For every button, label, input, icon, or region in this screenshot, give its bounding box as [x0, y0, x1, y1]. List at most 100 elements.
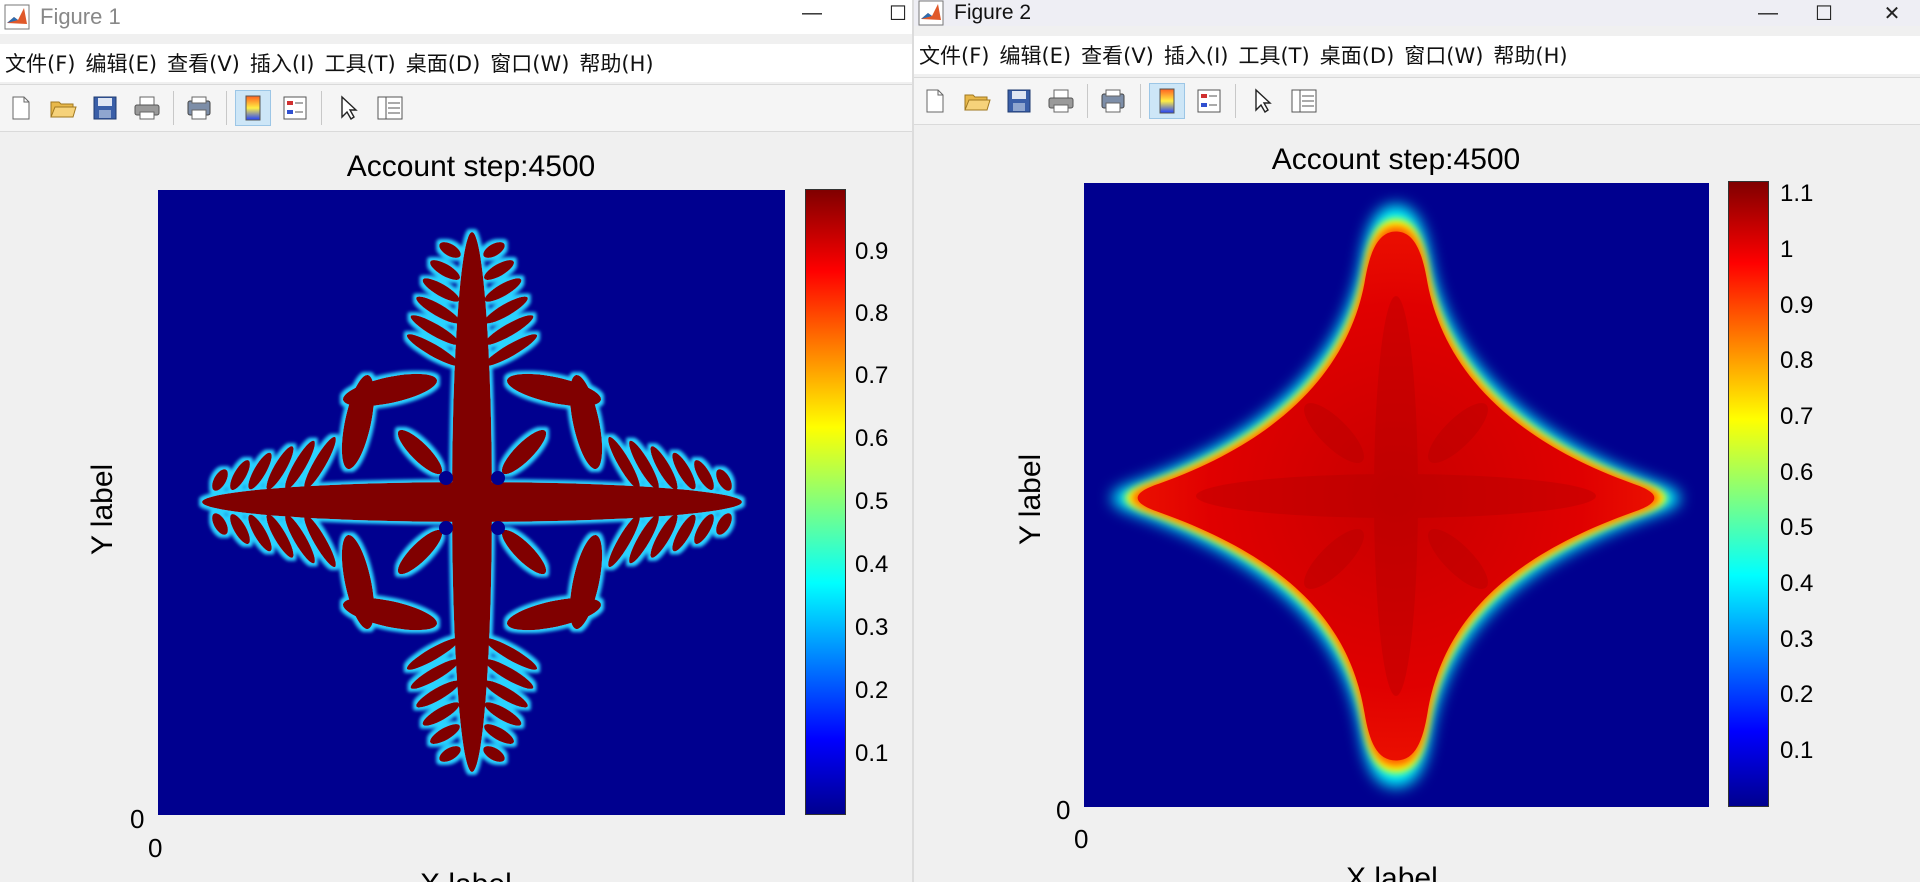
- colorbar-tick: 1: [1780, 236, 1794, 263]
- colorbar[interactable]: [805, 189, 846, 815]
- menu-help[interactable]: 帮助(H): [574, 48, 658, 78]
- print-preview-button[interactable]: [1096, 83, 1132, 119]
- heatmap-plot[interactable]: [158, 190, 785, 815]
- axes-title: Account step:4500: [1271, 143, 1521, 176]
- toolbar-separator: [173, 91, 174, 125]
- print-icon: [134, 96, 160, 120]
- menu-bar: 文件(F) 编辑(E) 查看(V) 插入(I) 工具(T) 桌面(D) 窗口(W…: [0, 44, 912, 82]
- menu-tools[interactable]: 工具(T): [319, 48, 400, 78]
- save-icon: [93, 96, 117, 120]
- colorbar-tick: 0.1: [855, 740, 889, 767]
- y-axis-label: Y label: [1014, 453, 1047, 545]
- menu-edit[interactable]: 编辑(E): [994, 40, 1076, 70]
- heatmap-plot[interactable]: [1084, 183, 1709, 807]
- edit-plot-button[interactable]: [1244, 83, 1280, 119]
- new-figure-icon: [926, 89, 944, 113]
- maximize-button[interactable]: ☐: [1796, 0, 1852, 26]
- minimize-icon: —: [1758, 1, 1778, 24]
- matlab-logo-icon: [918, 0, 944, 26]
- colorbar-tick: 0.3: [855, 614, 889, 641]
- menu-tools[interactable]: 工具(T): [1233, 40, 1314, 70]
- menu-view[interactable]: 查看(V): [162, 48, 245, 78]
- diffused-crystal-image: [1084, 183, 1709, 807]
- minimize-button[interactable]: —: [784, 0, 840, 26]
- colorbar-tick: 0.4: [1780, 570, 1814, 597]
- figure-toolbar: [914, 77, 1920, 125]
- colorbar-tick: 0.8: [855, 300, 889, 327]
- window-title: Figure 2: [954, 1, 1032, 24]
- toolbar-separator: [1087, 84, 1088, 118]
- y-axis-origin: 0: [1056, 795, 1071, 825]
- axes-title: Account step:4500: [346, 150, 596, 183]
- legend-toggle-icon: [1197, 89, 1221, 113]
- colorbar[interactable]: [1728, 181, 1769, 807]
- colorbar-toggle-icon: [1159, 88, 1175, 114]
- colorbar-tick: 0.7: [1780, 403, 1814, 430]
- print-button[interactable]: [129, 90, 165, 126]
- edit-plot-arrow-icon: [341, 95, 358, 120]
- print-preview-button[interactable]: [182, 90, 218, 126]
- menu-window[interactable]: 窗口(W): [485, 48, 574, 78]
- colorbar-tick: 0.2: [855, 677, 889, 704]
- property-inspector-icon: [1291, 89, 1317, 113]
- print-icon: [1048, 89, 1074, 113]
- legend-toggle-button[interactable]: [1191, 83, 1227, 119]
- property-inspector-button[interactable]: [372, 90, 408, 126]
- property-inspector-icon: [377, 96, 403, 120]
- colorbar-tick: 0.5: [855, 488, 889, 515]
- menu-edit[interactable]: 编辑(E): [80, 48, 162, 78]
- menu-help[interactable]: 帮助(H): [1488, 40, 1572, 70]
- title-bar: Figure 1 — ☐: [0, 0, 912, 34]
- x-axis-label: X label: [1346, 862, 1438, 882]
- colorbar-toggle-button[interactable]: [1149, 83, 1185, 119]
- open-file-button[interactable]: [45, 90, 81, 126]
- colorbar-toggle-button[interactable]: [235, 90, 271, 126]
- maximize-button[interactable]: ☐: [870, 0, 912, 26]
- new-figure-button[interactable]: [917, 83, 953, 119]
- legend-toggle-button[interactable]: [277, 90, 313, 126]
- open-file-button[interactable]: [959, 83, 995, 119]
- x-axis-origin: 0: [1074, 824, 1089, 854]
- close-button[interactable]: ✕: [1864, 0, 1920, 26]
- menu-bar: 文件(F) 编辑(E) 查看(V) 插入(I) 工具(T) 桌面(D) 窗口(W…: [914, 36, 1920, 74]
- colorbar-tick: 0.7: [855, 362, 889, 389]
- open-file-icon: [964, 94, 991, 111]
- property-inspector-button[interactable]: [1286, 83, 1322, 119]
- save-icon: [1007, 89, 1031, 113]
- window-title: Figure 1: [40, 4, 121, 29]
- colorbar-tick: 0.9: [855, 238, 889, 265]
- menu-file[interactable]: 文件(F): [0, 48, 80, 78]
- x-axis-origin: 0: [148, 833, 163, 863]
- new-figure-icon: [12, 96, 30, 120]
- colorbar-toggle-icon: [245, 95, 261, 121]
- save-button[interactable]: [87, 90, 123, 126]
- colorbar-tick: 0.5: [1780, 514, 1814, 541]
- figure-toolbar: [0, 84, 912, 132]
- minimize-icon: —: [802, 1, 822, 24]
- menu-view[interactable]: 查看(V): [1076, 40, 1159, 70]
- menu-desktop[interactable]: 桌面(D): [401, 48, 486, 78]
- menu-window[interactable]: 窗口(W): [1399, 40, 1488, 70]
- colorbar-tick: 0.8: [1780, 347, 1814, 374]
- title-bar: Figure 2 — ☐ ✕: [914, 0, 1920, 26]
- print-button[interactable]: [1043, 83, 1079, 119]
- colorbar-tick: 0.6: [1780, 459, 1814, 486]
- maximize-icon: ☐: [889, 2, 907, 25]
- colorbar-tick: 0.3: [1780, 626, 1814, 653]
- colorbar-tick: 0.1: [1780, 737, 1814, 764]
- figure-1-window: Figure 1 — ☐ 文件(F) 编辑(E) 查看(V) 插入(I) 工具(…: [0, 0, 912, 882]
- save-button[interactable]: [1001, 83, 1037, 119]
- colorbar-tick: 0.4: [855, 551, 889, 578]
- print-preview-icon: [187, 96, 211, 120]
- y-axis-label: Y label: [86, 463, 119, 555]
- menu-file[interactable]: 文件(F): [914, 40, 994, 70]
- minimize-button[interactable]: —: [1740, 0, 1796, 26]
- menu-desktop[interactable]: 桌面(D): [1315, 40, 1400, 70]
- new-figure-button[interactable]: [3, 90, 39, 126]
- maximize-icon: ☐: [1815, 2, 1833, 25]
- colorbar-tick: 0.9: [1780, 292, 1814, 319]
- menu-insert[interactable]: 插入(I): [1159, 40, 1234, 70]
- edit-plot-button[interactable]: [330, 90, 366, 126]
- colorbar-tick: 0.2: [1780, 681, 1814, 708]
- menu-insert[interactable]: 插入(I): [245, 48, 320, 78]
